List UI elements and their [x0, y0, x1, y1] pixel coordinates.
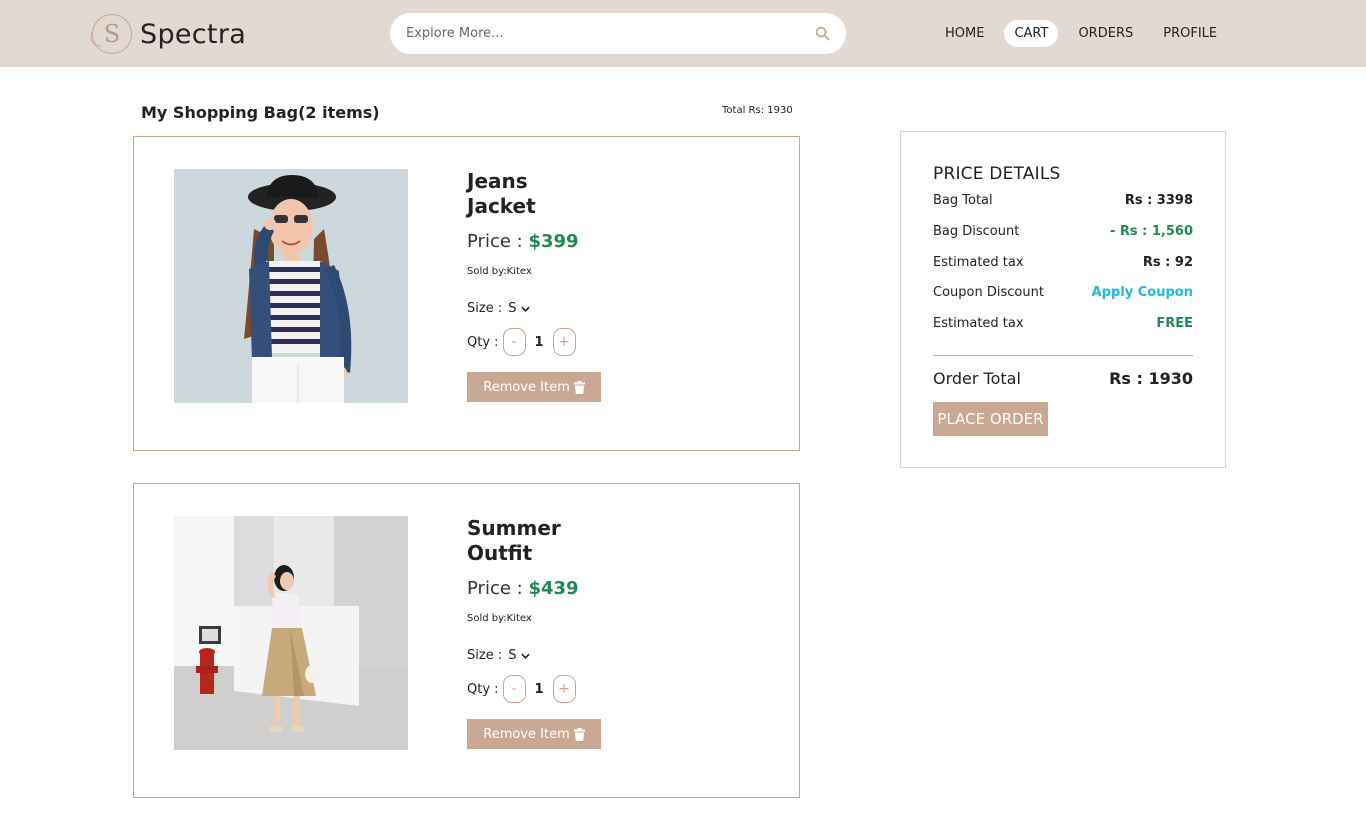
cart-item-card: Jeans Jacket Price : $399 Sold by:Kitex … — [133, 136, 800, 451]
logo-mark-icon: S — [92, 14, 132, 54]
product-image-summer-outfit[interactable] — [174, 516, 408, 750]
item-name-line1: Summer — [467, 516, 561, 540]
price-label: Price : — [467, 578, 523, 599]
nav-cart[interactable]: CART — [1004, 20, 1059, 47]
trash-icon — [573, 380, 585, 394]
qty-decrease-button[interactable]: - — [502, 328, 526, 356]
order-total-value: Rs : 1930 — [1109, 369, 1193, 388]
size-value: S — [508, 301, 517, 316]
item-price-row: Price : $399 — [467, 231, 767, 252]
qty-row: Qty : - 1 + — [467, 328, 767, 356]
search-icon[interactable] — [815, 26, 830, 41]
size-value: S — [508, 648, 517, 663]
trash-icon — [573, 727, 585, 741]
nav-profile[interactable]: PROFILE — [1153, 20, 1227, 47]
item-price-row: Price : $439 — [467, 578, 767, 599]
order-total-label: Order Total — [933, 369, 1021, 388]
cart-item-card: Summer Outfit Price : $439 Sold by:Kitex… — [133, 483, 800, 798]
price-row-value: - Rs : 1,560 — [1109, 224, 1193, 239]
item-name[interactable]: Summer Outfit — [467, 516, 587, 566]
price-row-label: Bag Total — [933, 193, 993, 208]
bag-total: Total Rs: 1930 — [722, 105, 793, 116]
item-name[interactable]: Jeans Jacket — [467, 169, 587, 219]
price-row-label: Coupon Discount — [933, 285, 1044, 300]
search-bar — [390, 13, 846, 54]
price-row-value: Rs : 3398 — [1124, 193, 1193, 208]
nav-home[interactable]: HOME — [935, 20, 994, 47]
bag-title: My Shopping Bag(2 items) — [141, 103, 380, 122]
chevron-down-icon — [521, 306, 531, 312]
qty-row: Qty : - 1 + — [467, 675, 767, 703]
size-select[interactable]: S — [508, 301, 531, 316]
qty-increase-button[interactable]: + — [552, 328, 576, 356]
price-row-estimated-tax: Estimated tax Rs : 92 — [933, 255, 1193, 270]
item-name-line1: Jeans — [467, 169, 528, 193]
qty-label: Qty : — [467, 334, 499, 350]
logo-text: Spectra — [140, 18, 247, 50]
apply-coupon-link[interactable]: Apply Coupon — [1092, 285, 1193, 300]
item-seller: Sold by:Kitex — [467, 613, 532, 624]
item-name-line2: Jacket — [467, 194, 536, 218]
chevron-down-icon — [521, 653, 531, 659]
remove-item-label: Remove Item — [483, 726, 570, 742]
search-input[interactable] — [406, 13, 796, 54]
nav-links: HOME CART ORDERS PROFILE — [935, 20, 1237, 47]
size-select[interactable]: S — [508, 648, 531, 663]
product-image-jeans-jacket[interactable] — [174, 169, 408, 403]
price-details-title: PRICE DETAILS — [933, 164, 1061, 184]
item-seller: Sold by:Kitex — [467, 266, 532, 277]
divider — [933, 355, 1193, 356]
qty-value: 1 — [534, 681, 544, 697]
price-row-bag-discount: Bag Discount - Rs : 1,560 — [933, 224, 1193, 239]
order-total-row: Order Total Rs : 1930 — [933, 369, 1193, 388]
size-label: Size : — [467, 301, 503, 316]
size-row: Size : S — [467, 648, 767, 663]
logo[interactable]: S Spectra — [92, 14, 246, 54]
price-row-estimated-tax-2: Estimated tax FREE — [933, 316, 1193, 331]
price-row-bag-total: Bag Total Rs : 3398 — [933, 193, 1193, 208]
item-name-line2: Outfit — [467, 541, 533, 565]
size-row: Size : S — [467, 301, 767, 316]
nav-orders[interactable]: ORDERS — [1068, 20, 1143, 47]
price-row-value: Rs : 92 — [1142, 255, 1193, 270]
qty-value: 1 — [534, 334, 544, 350]
item-price: $439 — [528, 578, 579, 599]
logo-mark-letter: S — [103, 20, 121, 48]
remove-item-button[interactable]: Remove Item — [467, 719, 601, 749]
price-row-label: Bag Discount — [933, 224, 1020, 239]
price-row-coupon-discount: Coupon Discount Apply Coupon — [933, 285, 1193, 300]
place-order-button[interactable]: PLACE ORDER — [933, 402, 1048, 436]
qty-decrease-button[interactable]: - — [502, 675, 526, 703]
item-info: Summer Outfit Price : $439 Sold by:Kitex… — [467, 516, 767, 749]
remove-item-button[interactable]: Remove Item — [467, 372, 601, 402]
price-row-value: FREE — [1156, 316, 1193, 331]
navbar: S Spectra HOME CART ORDERS PROFILE — [0, 0, 1366, 67]
size-label: Size : — [467, 648, 503, 663]
qty-label: Qty : — [467, 681, 499, 697]
price-row-label: Estimated tax — [933, 316, 1024, 331]
price-row-label: Estimated tax — [933, 255, 1024, 270]
remove-item-label: Remove Item — [483, 379, 570, 395]
item-price: $399 — [528, 231, 579, 252]
qty-increase-button[interactable]: + — [552, 675, 576, 703]
price-details-panel: PRICE DETAILS Bag Total Rs : 3398 Bag Di… — [900, 131, 1226, 468]
item-info: Jeans Jacket Price : $399 Sold by:Kitex … — [467, 169, 767, 402]
price-label: Price : — [467, 231, 523, 252]
